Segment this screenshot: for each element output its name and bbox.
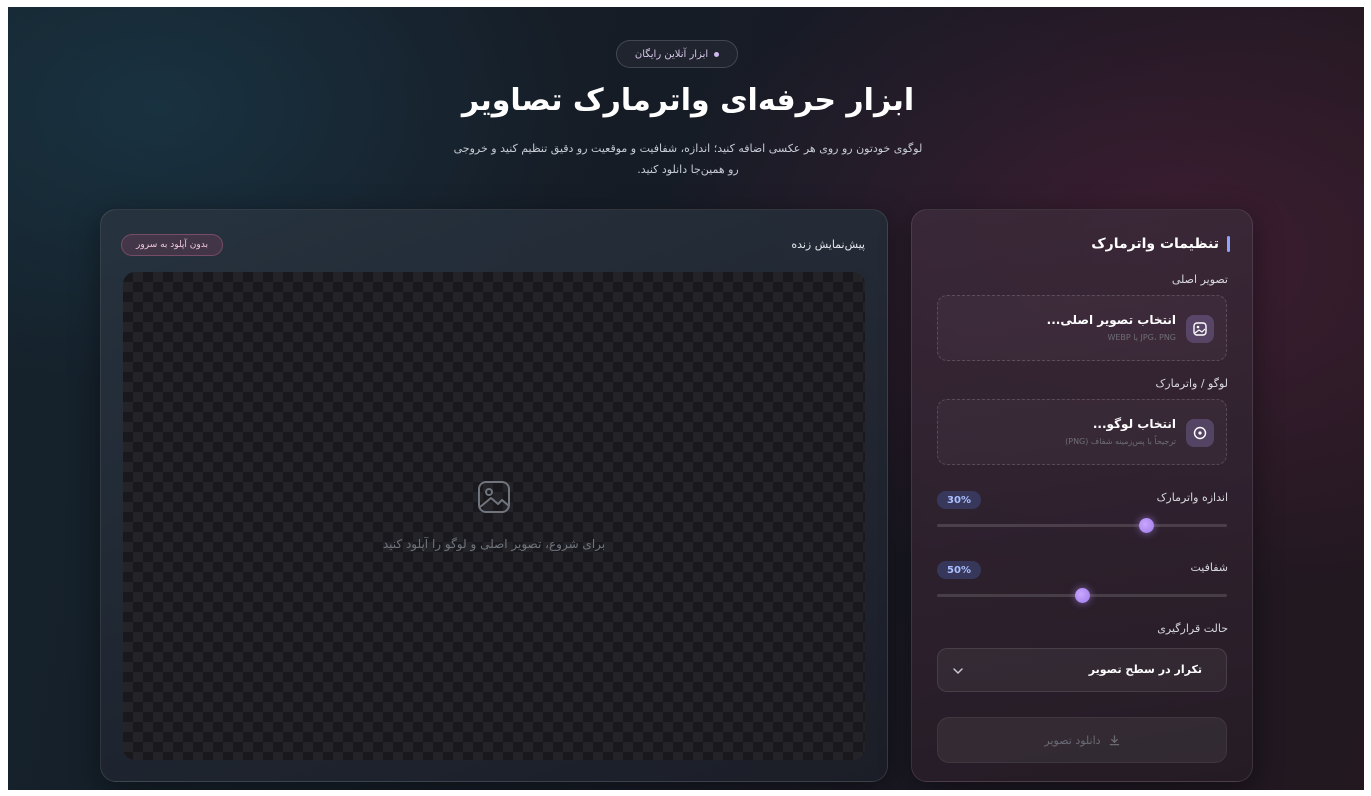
logo-label: لوگو / واترمارک xyxy=(1155,377,1228,390)
main-image-upload[interactable]: انتخاب تصویر اصلی... JPG، PNG یا WEBP xyxy=(937,295,1227,361)
size-label: اندازه واترمارک xyxy=(1156,491,1228,504)
page-background: ابزار آنلاین رایگان ابزار حرفه‌ای واترما… xyxy=(8,7,1364,790)
size-value: 30% xyxy=(937,491,981,509)
logo-button-title: انتخاب لوگو... xyxy=(1092,417,1176,431)
logo-upload[interactable]: انتخاب لوگو... ترجیحاً با پس‌زمینه شفاف … xyxy=(937,399,1227,465)
download-button[interactable]: دانلود تصویر xyxy=(937,717,1227,763)
main-image-hint: JPG، PNG یا WEBP xyxy=(1107,333,1176,342)
download-label: دانلود تصویر xyxy=(1044,733,1101,747)
badge-label: ابزار آنلاین رایگان xyxy=(634,48,709,60)
page-subtitle: لوگوی خودتون رو روی هر عکسی اضافه کنید؛ … xyxy=(453,142,923,176)
opacity-slider-thumb[interactable] xyxy=(1075,588,1090,603)
placement-label: حالت قرارگیری xyxy=(1157,622,1228,635)
size-slider[interactable] xyxy=(937,518,1227,533)
no-upload-badge: بدون آپلود به سرور xyxy=(121,234,223,256)
free-tool-badge: ابزار آنلاین رایگان xyxy=(616,40,738,68)
opacity-value: 50% xyxy=(937,561,981,579)
settings-header: تنظیمات واترمارک xyxy=(1091,236,1230,252)
preview-panel: پیش‌نمایش زنده بدون آپلود به سرور برای ش… xyxy=(100,209,888,782)
download-icon xyxy=(1109,734,1119,745)
settings-panel: تنظیمات واترمارک تصویر اصلی انتخاب تصویر… xyxy=(911,209,1253,782)
settings-title: تنظیمات واترمارک xyxy=(1091,236,1219,252)
placement-selected-value: تکرار در سطح تصویر xyxy=(1088,663,1202,676)
plus-circle-icon xyxy=(1186,419,1214,447)
logo-hint: ترجیحاً با پس‌زمینه شفاف (PNG) xyxy=(1065,437,1176,446)
main-image-button-title: انتخاب تصویر اصلی... xyxy=(1046,313,1176,327)
placement-select[interactable]: تکرار در سطح تصویر xyxy=(937,648,1227,692)
size-slider-thumb[interactable] xyxy=(1138,518,1154,533)
main-image-label: تصویر اصلی xyxy=(1171,273,1228,286)
image-icon xyxy=(1186,315,1214,343)
chevron-down-icon xyxy=(953,668,963,675)
opacity-slider[interactable] xyxy=(937,588,1227,603)
page-title: ابزار حرفه‌ای واترمارک تصاویر xyxy=(461,83,915,118)
opacity-label: شفافیت xyxy=(1190,561,1228,574)
preview-canvas: برای شروع، تصویر اصلی و لوگو را آپلود کن… xyxy=(123,272,865,760)
preview-title: پیش‌نمایش زنده xyxy=(791,238,865,251)
title-accent-bar xyxy=(1227,236,1230,252)
badge-dot xyxy=(714,51,720,57)
image-icon xyxy=(478,481,510,513)
preview-placeholder-text: برای شروع، تصویر اصلی و لوگو را آپلود کن… xyxy=(382,537,606,551)
